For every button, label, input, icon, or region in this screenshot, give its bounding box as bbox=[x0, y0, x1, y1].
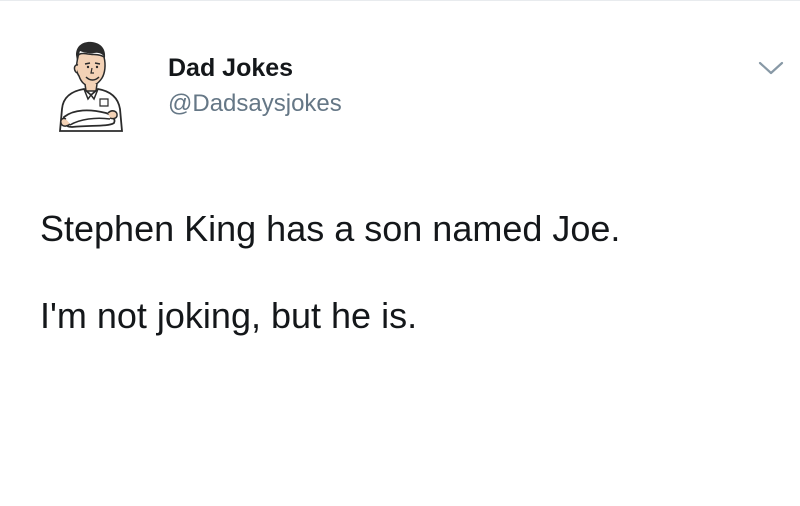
tweet-text: Stephen King has a son named Joe. I'm no… bbox=[40, 207, 780, 338]
tweet-author: Dad Jokes @Dadsaysjokes bbox=[168, 53, 342, 119]
tweet-line-1: Stephen King has a son named Joe. bbox=[40, 208, 621, 249]
cartoon-man-avatar-icon bbox=[59, 41, 123, 132]
tweet-card: Dad Jokes @Dadsaysjokes Stephen King has… bbox=[0, 0, 800, 506]
tweet-line-2: I'm not joking, but he is. bbox=[40, 295, 418, 336]
chevron-down-icon bbox=[758, 61, 784, 75]
author-display-name[interactable]: Dad Jokes bbox=[168, 53, 342, 83]
author-handle[interactable]: @Dadsaysjokes bbox=[168, 89, 342, 119]
avatar[interactable] bbox=[50, 39, 130, 137]
tweet-menu-button[interactable] bbox=[758, 59, 784, 77]
